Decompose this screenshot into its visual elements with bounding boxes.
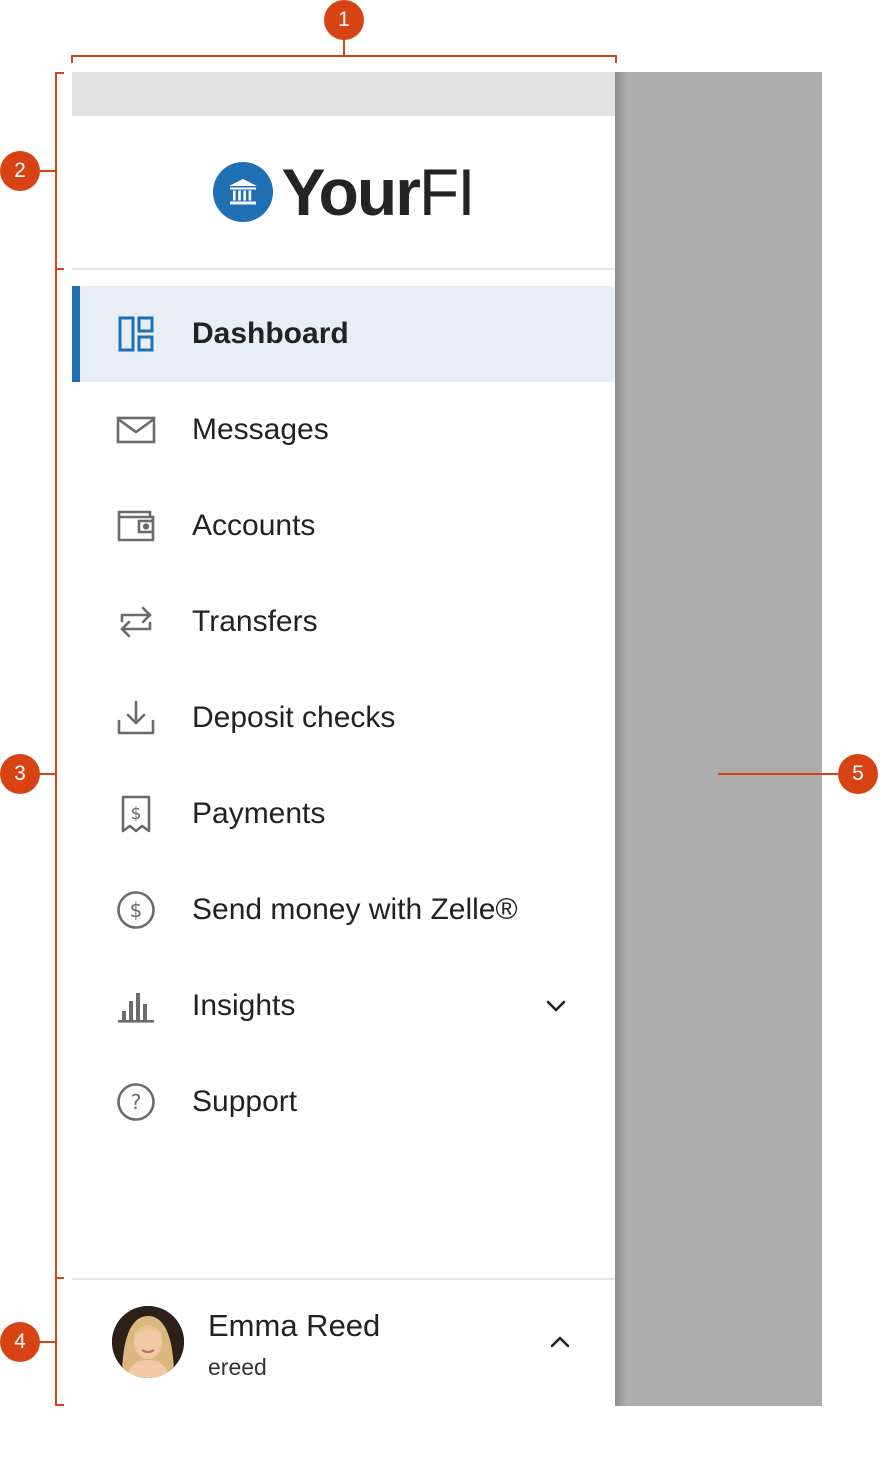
nav-item-messages[interactable]: Messages [72, 382, 615, 478]
callout-4: 4 [0, 1322, 40, 1362]
bar-chart-icon [116, 986, 156, 1026]
nav-label-payments: Payments [192, 797, 326, 830]
nav-item-transfers[interactable]: Transfers [72, 574, 615, 670]
nav-label-accounts: Accounts [192, 509, 316, 542]
nav-menu: Dashboard Messages Accounts Transfers De… [72, 286, 615, 1150]
annotation-bracket-1-left-tick [71, 55, 73, 63]
nav-item-dashboard[interactable]: Dashboard [72, 286, 615, 382]
nav-item-support[interactable]: ? Support [72, 1054, 615, 1150]
svg-text:$: $ [130, 898, 143, 922]
nav-label-transfers: Transfers [192, 605, 318, 638]
user-profile[interactable]: Emma Reed ereed [72, 1280, 615, 1406]
chevron-up-icon[interactable] [546, 1328, 574, 1356]
user-handle: ereed [208, 1354, 267, 1380]
status-bar [72, 72, 615, 116]
annotation-connector-5 [718, 773, 838, 775]
envelope-icon [116, 410, 156, 450]
nav-label-support: Support [192, 1085, 298, 1118]
avatar [112, 1306, 184, 1378]
drawer-shadow [615, 72, 627, 1406]
brand-name-light: FI [418, 154, 476, 229]
brand-name-bold: Your [281, 154, 420, 229]
annotation-connector-3 [38, 773, 56, 775]
scrim-overlay[interactable] [615, 72, 822, 1406]
annotation-tick-269 [55, 268, 64, 270]
nav-item-accounts[interactable]: Accounts [72, 478, 615, 574]
dashboard-icon [116, 314, 156, 354]
nav-item-zelle[interactable]: $ Send money with Zelle® [72, 862, 615, 958]
svg-text:?: ? [131, 1090, 142, 1114]
annotation-connector-2 [38, 170, 56, 172]
annotation-connector-4 [38, 1341, 56, 1343]
transfer-arrows-icon [116, 602, 156, 642]
chevron-down-icon[interactable] [542, 992, 570, 1020]
brand-logo[interactable]: YourFI [213, 159, 476, 225]
nav-label-zelle: Send money with Zelle® [192, 893, 518, 926]
nav-label-dashboard: Dashboard [192, 317, 349, 350]
nav-label-insights: Insights [192, 989, 296, 1022]
brand-header: YourFI [72, 116, 615, 269]
annotation-tick-1404 [55, 1404, 64, 1406]
svg-text:$: $ [131, 804, 142, 824]
callout-2: 2 [0, 151, 40, 191]
header-divider [72, 268, 615, 270]
nav-label-messages: Messages [192, 413, 329, 446]
callout-1: 1 [324, 0, 364, 40]
wallet-icon [116, 506, 156, 546]
annotation-tick-1278 [55, 1277, 64, 1279]
callout-3: 3 [0, 754, 40, 794]
dollar-circle-icon: $ [116, 890, 156, 930]
bank-icon [213, 161, 274, 222]
receipt-dollar-icon: $ [116, 794, 156, 834]
nav-item-insights[interactable]: Insights [72, 958, 615, 1054]
nav-item-payments[interactable]: $ Payments [72, 766, 615, 862]
callout-5: 5 [838, 754, 878, 794]
navigation-drawer: YourFI Dashboard Messages Accounts Trans… [72, 72, 615, 1406]
nav-label-deposit-checks: Deposit checks [192, 701, 396, 734]
download-tray-icon [116, 698, 156, 738]
annotation-bracket-1-stem [343, 38, 345, 56]
annotation-tick-72 [55, 72, 64, 74]
brand-wordmark: YourFI [281, 159, 475, 225]
question-circle-icon: ? [116, 1082, 156, 1122]
annotation-bracket-left-vertical [55, 72, 57, 1406]
annotation-bracket-1-right-tick [615, 55, 617, 63]
user-name: Emma Reed [208, 1308, 381, 1343]
nav-item-deposit-checks[interactable]: Deposit checks [72, 670, 615, 766]
